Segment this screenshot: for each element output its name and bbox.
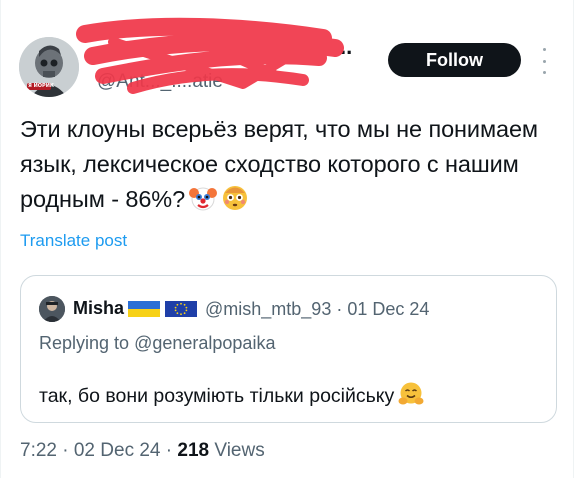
views-count: 218: [177, 440, 210, 461]
tweet-card: Я ЙОРИК .. @Ant..._....atie Follow Эти к…: [0, 0, 574, 478]
ukraine-flag-icon: [128, 301, 160, 322]
quoted-tweet-text: так, бо вони розуміють тільки російську: [39, 381, 424, 413]
replying-to-line: Replying to @generalpopaika: [39, 333, 275, 354]
replying-to-handle[interactable]: @generalpopaika: [134, 333, 275, 353]
tweet-text: Эти клоуны всерьёз верят, что мы не пони…: [20, 112, 540, 222]
quoted-body: так, бо вони розуміють тільки російську: [39, 385, 395, 407]
quoted-author-name[interactable]: Misha: [73, 298, 124, 319]
flushed-face-icon: [221, 184, 249, 222]
clown-face-icon: [189, 184, 218, 222]
follow-button[interactable]: Follow: [388, 43, 521, 77]
eu-flag-icon: [165, 301, 197, 322]
avatar-badge-text: Я ЙОРИК: [28, 83, 54, 89]
replying-to-prefix: Replying to: [39, 333, 130, 353]
tweet-body: Эти клоуны всерьёз верят, что мы не пони…: [20, 116, 538, 212]
views-label: Views: [214, 440, 265, 461]
post-meta: 7:22 · 02 Dec 24 · 218 Views: [20, 440, 265, 462]
quoted-handle-and-date[interactable]: @mish_mtb_93 · 01 Dec 24: [205, 299, 429, 320]
hugging-face-icon: [398, 381, 424, 413]
author-avatar[interactable]: Я ЙОРИК: [19, 37, 79, 97]
quoted-author-avatar[interactable]: [39, 296, 65, 322]
translate-post-link[interactable]: Translate post: [20, 231, 127, 251]
redaction-scribble: [76, 17, 344, 94]
more-options-icon[interactable]: [537, 48, 551, 74]
post-timestamp[interactable]: 7:22 · 02 Dec 24 ·: [20, 440, 172, 461]
quoted-tweet[interactable]: Misha @mish_mtb_93 · 01 Dec 24 Replying …: [20, 275, 557, 423]
